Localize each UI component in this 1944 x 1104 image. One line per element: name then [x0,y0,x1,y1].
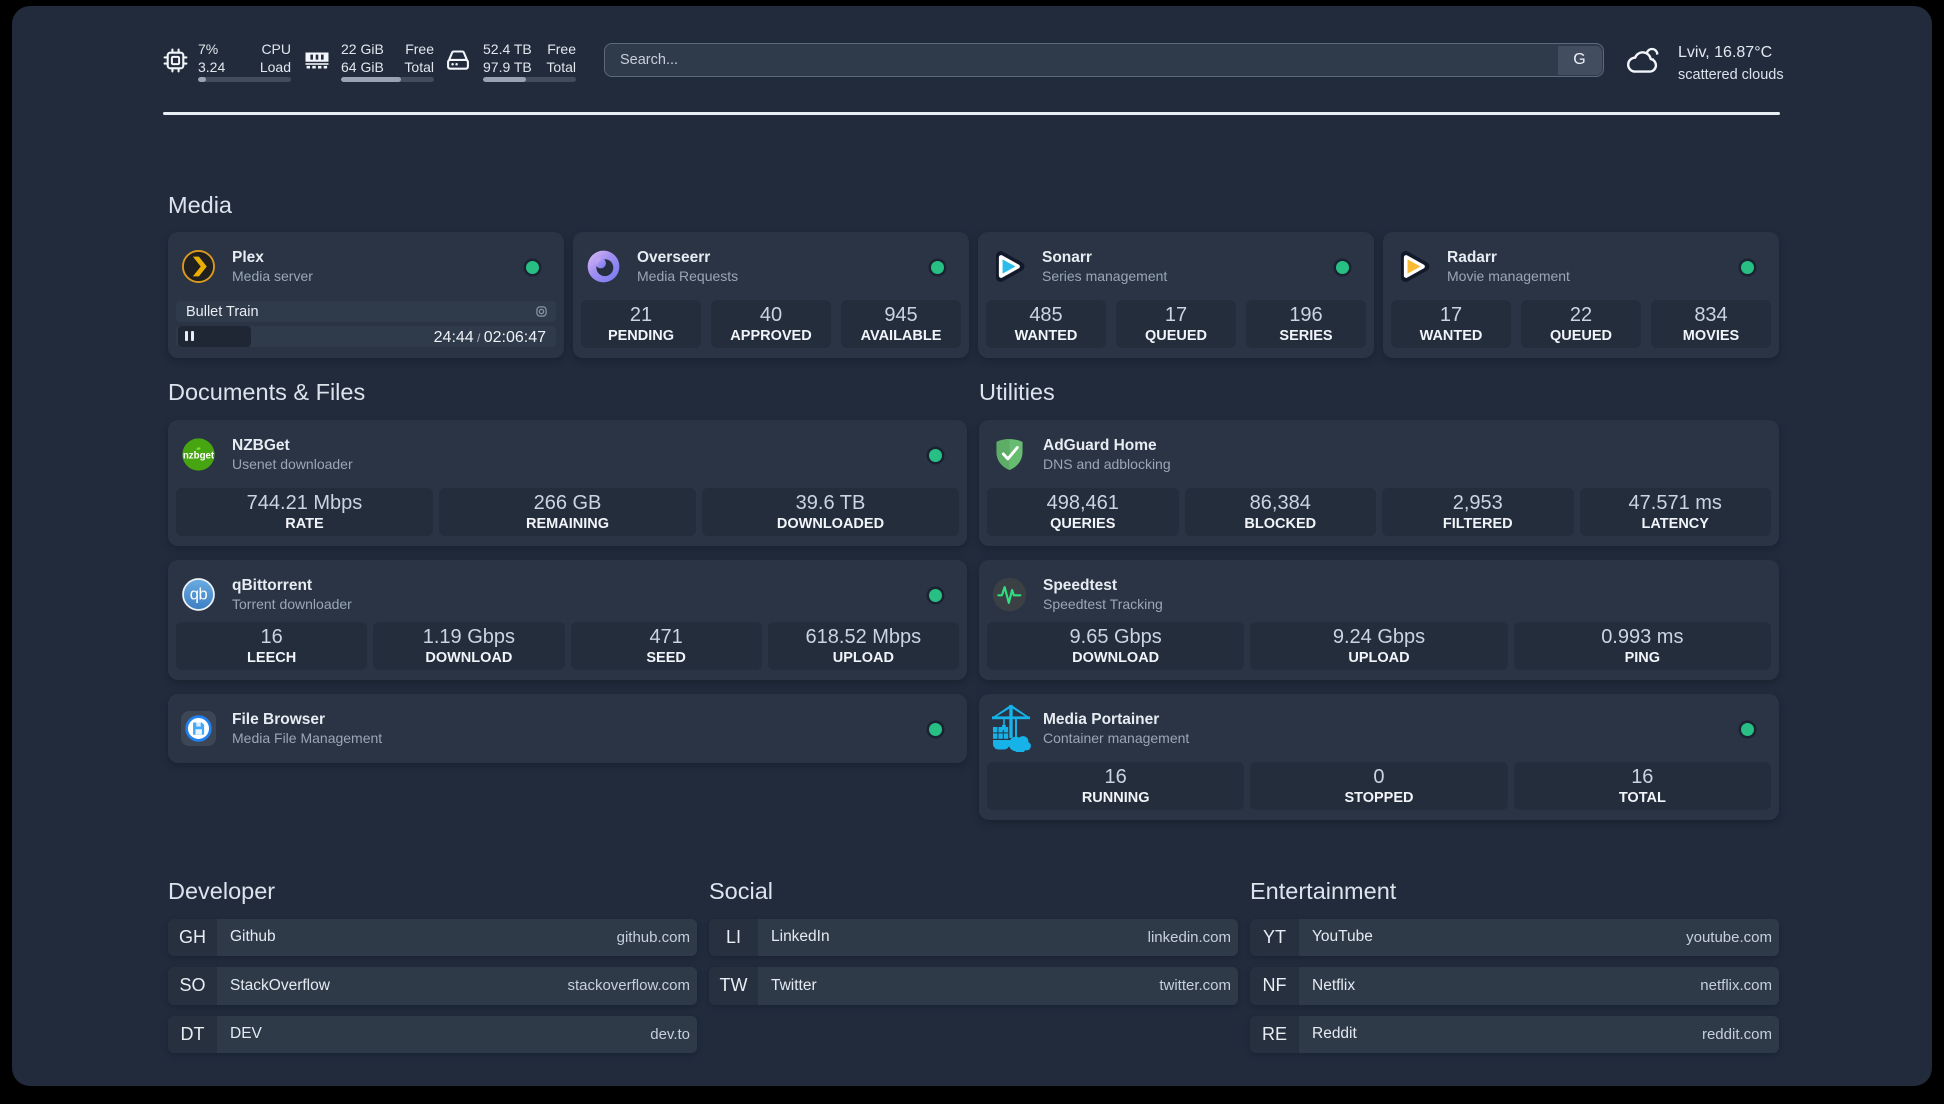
svg-text:qb: qb [190,585,208,604]
svg-text:nzbget: nzbget [183,450,215,461]
